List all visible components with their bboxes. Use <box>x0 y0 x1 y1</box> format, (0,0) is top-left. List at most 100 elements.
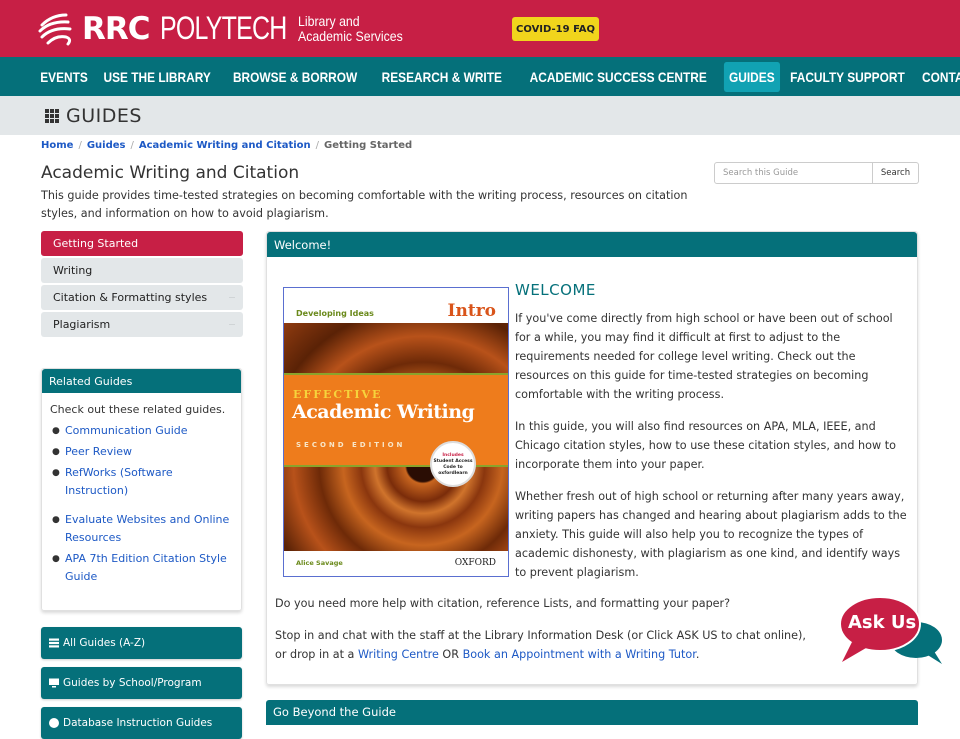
ask-us-chat-button[interactable]: Ask Us <box>838 596 944 668</box>
badge-line: oxfordlearn <box>438 471 468 476</box>
book-publisher: OXFORD <box>454 558 496 568</box>
book-title-top: EFFECTIVE <box>293 388 383 401</box>
related-guide-link[interactable]: Peer Review <box>65 443 132 461</box>
related-guides-panel: Related Guides Check out these related g… <box>41 368 242 611</box>
all-guides-button[interactable]: All Guides (A-Z) <box>41 627 242 659</box>
related-guides-intro: Check out these related guides. <box>50 403 226 416</box>
list-item: ● Communication Guide <box>52 422 233 440</box>
button-label: Database Instruction Guides <box>63 717 213 729</box>
book-series: Developing Ideas <box>296 309 374 318</box>
tab-label: Getting Started <box>53 237 139 250</box>
brand-rrc: RRC <box>82 10 150 47</box>
page-description: This guide provides time-tested strategi… <box>41 189 688 220</box>
brand-polytech: POLYTECH <box>159 10 287 46</box>
breadcrumb-guides[interactable]: Guides <box>87 140 126 151</box>
writing-centre-link[interactable]: Writing Centre <box>358 648 439 661</box>
bullet-icon: ● <box>52 426 60 436</box>
related-guide-link[interactable]: RefWorks (Software Instruction) <box>65 464 233 500</box>
site-logo[interactable]: RRC POLYTECH Library and Academic Servic… <box>36 10 417 47</box>
breadcrumb-home[interactable]: Home <box>41 140 73 151</box>
bullet-icon: ● <box>52 447 60 457</box>
welcome-paragraph: If you've come directly from high school… <box>515 312 893 401</box>
tab-plagiarism[interactable]: Plagiarism <box>41 312 243 337</box>
list-item: ● RefWorks (Software Instruction) <box>52 464 233 500</box>
help-text: . <box>695 648 700 661</box>
button-label: Guides by School/Program <box>63 677 202 689</box>
nav-research-write[interactable]: RESEARCH & WRITE <box>376 62 507 92</box>
related-guides-list: ● Communication Guide ● Peer Review ● RefWo… <box>42 422 241 586</box>
nav-guides[interactable]: GUIDES <box>723 61 780 92</box>
breadcrumb-separator: / <box>130 140 134 151</box>
related-guides-title: Related Guides <box>42 369 241 393</box>
guides-bar: GUIDES <box>0 96 960 135</box>
welcome-heading: WELCOME <box>515 281 596 299</box>
nav-events[interactable]: EVENTS <box>35 62 93 92</box>
submenu-indicator-icon <box>229 297 235 298</box>
page-title: Academic Writing and Citation <box>41 163 300 183</box>
bullet-icon: ● <box>52 515 60 525</box>
related-guide-link[interactable]: Communication Guide <box>65 422 188 440</box>
guide-tabs: Getting Started Writing Citation & Forma… <box>41 231 243 339</box>
list-item: ● APA 7th Edition Citation Style Guide <box>52 550 233 586</box>
nav-use-the-library[interactable]: USE THE LIBRARY <box>98 62 216 92</box>
bullet-icon: ● <box>52 468 60 478</box>
list-icon <box>49 638 59 648</box>
tab-getting-started[interactable]: Getting Started <box>41 231 243 256</box>
brand-sub-line2: Academic Services <box>297 27 403 44</box>
monitor-icon <box>49 678 59 688</box>
book-appointment-link[interactable]: Book an Appointment with a Writing Tutor <box>463 648 696 661</box>
tab-label: Writing <box>53 264 93 277</box>
related-guide-link[interactable]: Evaluate Websites and Online Resources <box>65 511 233 547</box>
help-text: OR <box>438 648 463 661</box>
guide-search-button[interactable]: Search <box>873 162 919 184</box>
badge-line: Code to <box>443 465 463 470</box>
tab-citation-formatting[interactable]: Citation & Formatting styles <box>41 285 243 310</box>
guides-bar-title: GUIDES <box>66 104 142 127</box>
brand-subtitle: Library and Academic Services <box>297 12 403 44</box>
guide-search-form: Search <box>714 162 919 184</box>
button-label: All Guides (A-Z) <box>63 637 146 649</box>
breadcrumb-guide[interactable]: Academic Writing and Citation <box>139 140 311 151</box>
submenu-indicator-icon <box>229 324 235 325</box>
database-guides-button[interactable]: Database Instruction Guides <box>41 707 242 739</box>
nav-contact[interactable]: CONTACT <box>917 62 960 92</box>
nav-faculty-support[interactable]: FACULTY SUPPORT <box>785 62 910 92</box>
book-cover-image: Developing Ideas Intro EFFECTIVE Academi… <box>283 287 509 577</box>
welcome-panel: Welcome! Developing Ideas Intro EFFECTIV… <box>266 231 918 685</box>
badge-line: Includes <box>442 453 464 458</box>
breadcrumb-separator: / <box>315 140 320 151</box>
breadcrumb-separator: / <box>78 140 82 151</box>
grid-icon <box>45 108 59 123</box>
badge-line: Student Access <box>433 459 473 464</box>
tab-writing[interactable]: Writing <box>41 258 243 283</box>
go-beyond-panel-title: Go Beyond the Guide <box>266 700 918 725</box>
book-level: Intro <box>447 301 496 321</box>
breadcrumb-current: Getting Started <box>324 140 413 151</box>
tab-label: Citation & Formatting styles <box>53 291 208 304</box>
welcome-panel-title: Welcome! <box>267 232 917 257</box>
guide-search-input[interactable] <box>714 162 873 184</box>
guides-by-school-button[interactable]: Guides by School/Program <box>41 667 242 699</box>
nav-browse-borrow[interactable]: BROWSE & BORROW <box>228 62 362 92</box>
list-item: ● Evaluate Websites and Online Resources <box>52 511 233 547</box>
nav-academic-success-centre[interactable]: ACADEMIC SUCCESS CENTRE <box>525 62 712 92</box>
related-guide-link[interactable]: APA 7th Edition Citation Style Guide <box>65 550 233 586</box>
breadcrumb: Home / Guides / Academic Writing and Cit… <box>41 140 412 151</box>
book-author: Alice Savage <box>296 559 343 567</box>
list-item: ● Peer Review <box>52 443 233 461</box>
book-edition: SECOND EDITION <box>296 441 406 449</box>
rrc-logo-icon <box>38 13 72 45</box>
help-question: Do you need more help with citation, ref… <box>275 597 731 610</box>
book-title-main: Academic Writing <box>292 401 475 423</box>
brand-sub-line1: Library and <box>297 12 360 29</box>
ask-us-label: Ask Us <box>848 612 917 633</box>
tab-label: Plagiarism <box>53 318 111 331</box>
bullet-icon: ● <box>52 554 60 564</box>
welcome-paragraph: In this guide, you will also find resour… <box>515 420 896 471</box>
book-staircase-photo: EFFECTIVE Academic Writing SECOND EDITIO… <box>284 323 508 553</box>
main-nav: EVENTS USE THE LIBRARY BROWSE & BORROW R… <box>0 57 960 96</box>
help-paragraph: Stop in and chat with the staff at the L… <box>275 626 820 664</box>
covid-faq-button[interactable]: COVID-19 FAQ <box>512 17 599 41</box>
book-title-band: EFFECTIVE Academic Writing SECOND EDITIO… <box>284 373 508 467</box>
book-access-badge: Includes Student Access Code to oxfordle… <box>430 441 476 487</box>
